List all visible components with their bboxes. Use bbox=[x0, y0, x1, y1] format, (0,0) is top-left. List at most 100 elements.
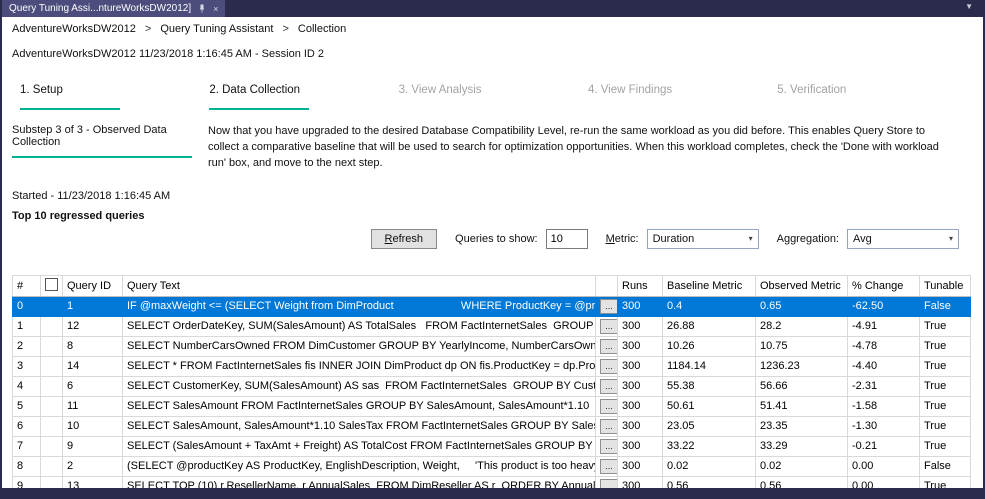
header-details bbox=[596, 275, 618, 296]
cell-ellip: ... bbox=[596, 376, 618, 396]
document-tab[interactable]: Query Tuning Assi...ntureWorksDW2012] × bbox=[2, 0, 225, 17]
table-row[interactable]: 01IF @maxWeight <= (SELECT Weight from D… bbox=[13, 296, 971, 316]
query-details-button[interactable]: ... bbox=[600, 359, 618, 374]
breadcrumb-item-database[interactable]: AdventureWorksDW2012 bbox=[12, 23, 136, 35]
breadcrumb-separator: > bbox=[282, 23, 288, 35]
main-content: AdventureWorksDW2012 > Query Tuning Assi… bbox=[2, 17, 983, 488]
header-tunable[interactable]: Tunable bbox=[920, 275, 971, 296]
metric-select-value: Duration bbox=[653, 233, 695, 245]
cell-observed: 0.65 bbox=[756, 296, 848, 316]
table-row[interactable]: 28SELECT NumberCarsOwned FROM DimCustome… bbox=[13, 336, 971, 356]
cell-tunable: True bbox=[920, 356, 971, 376]
query-details-button[interactable]: ... bbox=[600, 299, 618, 314]
cell-qtext: SELECT SalesAmount, SalesAmount*1.10 Sal… bbox=[123, 416, 596, 436]
wizard-step-label: 3. View Analysis bbox=[399, 84, 580, 96]
bottom-status-bar bbox=[2, 488, 983, 499]
refresh-button[interactable]: Refresh bbox=[371, 229, 438, 249]
cell-qtext: SELECT (SalesAmount + TaxAmt + Freight) … bbox=[123, 436, 596, 456]
substep-section: Substep 3 of 3 - Observed Data Collectio… bbox=[12, 124, 973, 172]
cell-ellip: ... bbox=[596, 416, 618, 436]
chevron-down-icon: ▾ bbox=[749, 234, 753, 243]
table-row[interactable]: 314SELECT * FROM FactInternetSales fis I… bbox=[13, 356, 971, 376]
aggregation-label: Aggregation: bbox=[777, 233, 839, 245]
header-runs[interactable]: Runs bbox=[618, 275, 663, 296]
cell-num: 3 bbox=[13, 356, 41, 376]
header-percent-change[interactable]: % Change bbox=[848, 275, 920, 296]
query-details-button[interactable]: ... bbox=[600, 439, 618, 454]
wizard-step-label: 2. Data Collection bbox=[209, 84, 390, 96]
aggregation-select[interactable]: Avg ▾ bbox=[847, 229, 959, 249]
cell-observed: 56.66 bbox=[756, 376, 848, 396]
wizard-step-3: 3. View Analysis bbox=[391, 84, 580, 110]
cell-cb bbox=[41, 376, 63, 396]
cell-cb bbox=[41, 476, 63, 488]
cell-qid: 12 bbox=[63, 316, 123, 336]
cell-baseline: 0.02 bbox=[663, 456, 756, 476]
query-details-button[interactable]: ... bbox=[600, 479, 618, 488]
header-query-text[interactable]: Query Text bbox=[123, 275, 596, 296]
substep-header: Substep 3 of 3 - Observed Data Collectio… bbox=[12, 124, 208, 172]
cell-cb bbox=[41, 396, 63, 416]
cell-cb bbox=[41, 296, 63, 316]
cell-observed: 10.75 bbox=[756, 336, 848, 356]
table-row[interactable]: 913SELECT TOP (10) r.ResellerName, r.Ann… bbox=[13, 476, 971, 488]
wizard-step-underline bbox=[20, 108, 120, 110]
cell-num: 0 bbox=[13, 296, 41, 316]
cell-change: 0.00 bbox=[848, 476, 920, 488]
header-baseline-metric[interactable]: Baseline Metric bbox=[663, 275, 756, 296]
window-menu-caret-icon[interactable]: ▼ bbox=[965, 0, 983, 17]
queries-to-show-input[interactable] bbox=[546, 229, 588, 249]
cell-change: -0.21 bbox=[848, 436, 920, 456]
cell-qtext: SELECT SalesAmount FROM FactInternetSale… bbox=[123, 396, 596, 416]
cell-cb bbox=[41, 436, 63, 456]
pin-icon[interactable] bbox=[198, 4, 206, 13]
cell-cb bbox=[41, 316, 63, 336]
close-icon[interactable]: × bbox=[213, 4, 218, 14]
cell-observed: 0.56 bbox=[756, 476, 848, 488]
cell-observed: 33.29 bbox=[756, 436, 848, 456]
regressed-queries-title: Top 10 regressed queries bbox=[12, 210, 973, 222]
table-row[interactable]: 610SELECT SalesAmount, SalesAmount*1.10 … bbox=[13, 416, 971, 436]
query-details-button[interactable]: ... bbox=[600, 379, 618, 394]
breadcrumb-item-assistant[interactable]: Query Tuning Assistant bbox=[160, 23, 273, 35]
cell-baseline: 26.88 bbox=[663, 316, 756, 336]
cell-baseline: 0.56 bbox=[663, 476, 756, 488]
query-table-body: 01IF @maxWeight <= (SELECT Weight from D… bbox=[13, 296, 971, 488]
cell-tunable: True bbox=[920, 436, 971, 456]
cell-change: -1.30 bbox=[848, 416, 920, 436]
query-details-button[interactable]: ... bbox=[600, 419, 618, 434]
table-row[interactable]: 511SELECT SalesAmount FROM FactInternetS… bbox=[13, 396, 971, 416]
chevron-down-icon: ▾ bbox=[949, 234, 953, 243]
session-info: AdventureWorksDW2012 11/23/2018 1:16:45 … bbox=[12, 48, 973, 60]
table-row[interactable]: 112SELECT OrderDateKey, SUM(SalesAmount)… bbox=[13, 316, 971, 336]
header-observed-metric[interactable]: Observed Metric bbox=[756, 275, 848, 296]
cell-qtext: SELECT CustomerKey, SUM(SalesAmount) AS … bbox=[123, 376, 596, 396]
metric-select[interactable]: Duration ▾ bbox=[647, 229, 759, 249]
cell-cb bbox=[41, 336, 63, 356]
header-query-id[interactable]: Query ID bbox=[63, 275, 123, 296]
cell-runs: 300 bbox=[618, 296, 663, 316]
refresh-label-rest: efresh bbox=[392, 233, 423, 245]
metric-label-rest: etric: bbox=[615, 233, 639, 245]
wizard-step-2: 2. Data Collection bbox=[201, 84, 390, 110]
cell-change: -4.78 bbox=[848, 336, 920, 356]
query-details-button[interactable]: ... bbox=[600, 399, 618, 414]
select-all-checkbox[interactable] bbox=[45, 278, 58, 291]
substep-title: Substep 3 of 3 - Observed Data Collectio… bbox=[12, 124, 208, 148]
cell-change: -62.50 bbox=[848, 296, 920, 316]
cell-observed: 28.2 bbox=[756, 316, 848, 336]
cell-observed: 23.35 bbox=[756, 416, 848, 436]
started-timestamp: Started - 11/23/2018 1:16:45 AM bbox=[12, 190, 973, 202]
wizard-step-underline bbox=[777, 108, 877, 110]
cell-baseline: 10.26 bbox=[663, 336, 756, 356]
table-row[interactable]: 46SELECT CustomerKey, SUM(SalesAmount) A… bbox=[13, 376, 971, 396]
table-row[interactable]: 82(SELECT @productKey AS ProductKey, Eng… bbox=[13, 456, 971, 476]
query-details-button[interactable]: ... bbox=[600, 339, 618, 354]
query-details-button[interactable]: ... bbox=[600, 319, 618, 334]
cell-qtext: SELECT OrderDateKey, SUM(SalesAmount) AS… bbox=[123, 316, 596, 336]
breadcrumb-item-collection[interactable]: Collection bbox=[298, 23, 346, 35]
queries-to-show-label: Queries to show: bbox=[455, 233, 538, 245]
query-details-button[interactable]: ... bbox=[600, 459, 618, 474]
table-row[interactable]: 79SELECT (SalesAmount + TaxAmt + Freight… bbox=[13, 436, 971, 456]
cell-qid: 9 bbox=[63, 436, 123, 456]
